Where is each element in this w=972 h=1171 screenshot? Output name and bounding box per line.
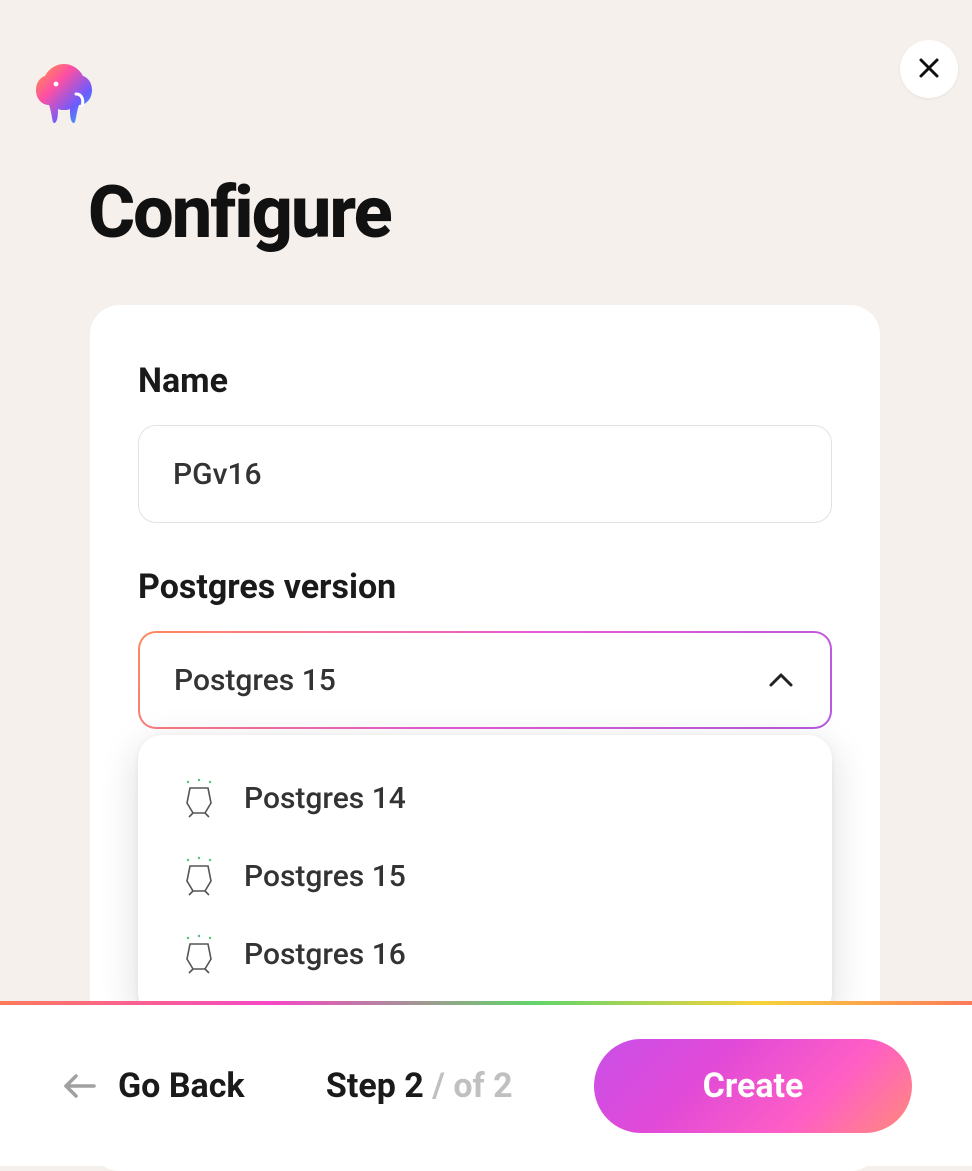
version-label: Postgres version — [138, 567, 832, 607]
page-title: Configure — [88, 170, 972, 255]
postgres-icon — [178, 933, 220, 975]
step-indicator: Step 2 / of 2 — [326, 1066, 513, 1106]
elephant-logo — [28, 58, 100, 130]
postgres-icon — [178, 777, 220, 819]
name-input[interactable] — [138, 425, 832, 523]
go-back-label: Go Back — [118, 1066, 245, 1106]
version-option[interactable]: Postgres 15 — [162, 837, 808, 915]
go-back-button[interactable]: Go Back — [60, 1066, 245, 1106]
version-dropdown: Postgres 14 Postgres 15 Postgres 16 — [138, 735, 832, 1017]
close-button[interactable] — [900, 40, 958, 98]
version-option-label: Postgres 14 — [244, 781, 406, 816]
version-selected-value: Postgres 15 — [174, 663, 336, 698]
version-select[interactable]: Postgres 15 — [138, 631, 832, 729]
postgres-icon — [178, 855, 220, 897]
footer: Go Back Step 2 / of 2 Create — [0, 1005, 972, 1166]
version-option[interactable]: Postgres 14 — [162, 759, 808, 837]
version-option-label: Postgres 16 — [244, 937, 406, 972]
arrow-left-icon — [60, 1066, 100, 1106]
step-total: / of 2 — [432, 1066, 512, 1106]
version-option[interactable]: Postgres 16 — [162, 915, 808, 993]
name-label: Name — [138, 361, 832, 401]
version-option-label: Postgres 15 — [244, 859, 406, 894]
create-button[interactable]: Create — [594, 1039, 912, 1133]
chevron-up-icon — [766, 665, 796, 695]
close-icon — [918, 57, 940, 82]
step-current: Step 2 — [326, 1066, 424, 1106]
